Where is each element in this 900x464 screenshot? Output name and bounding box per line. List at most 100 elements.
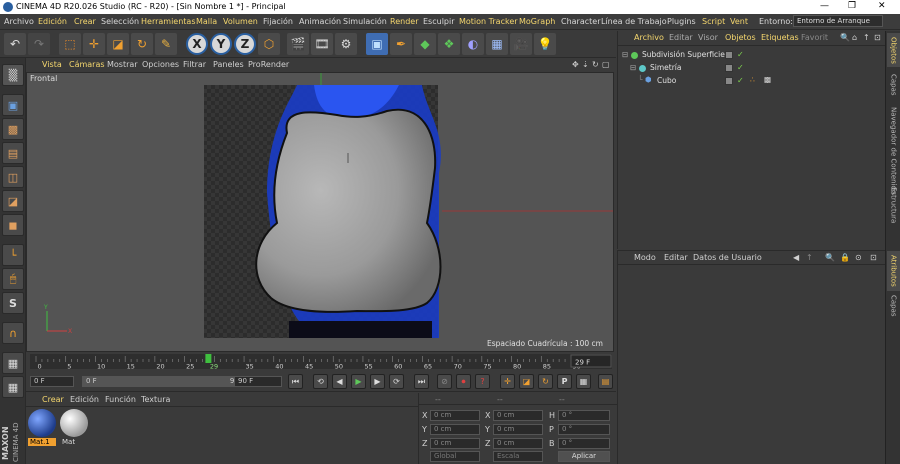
obj-menu-editar[interactable]: Editar (669, 33, 693, 42)
cube-icon[interactable]: ▣ (366, 33, 388, 55)
attr-new-view-icon[interactable]: ⊡ (870, 253, 877, 262)
array-icon[interactable]: ❖ (438, 33, 460, 55)
enabled-check-icon[interactable]: ✓ (737, 76, 744, 85)
record-motion-icon[interactable]: ⊘ (437, 374, 452, 389)
camera-icon[interactable]: 🎥 (510, 33, 532, 55)
tab-capas-2[interactable]: Capas (887, 293, 900, 319)
obj-menu-etiquetas[interactable]: Etiquetas (761, 33, 799, 42)
vp-menu-prorender[interactable]: ProRender (248, 60, 289, 69)
menu-fijacion[interactable]: Fijación (263, 17, 293, 26)
tab-atributos[interactable]: Atributos (887, 251, 900, 291)
minimize-button[interactable]: — (820, 1, 829, 11)
snap-icon[interactable]: S (2, 292, 24, 314)
object-row[interactable]: └ ⬢ Cubo ✓ ∴ ▩ (620, 75, 884, 87)
obj-menu-favoritos[interactable]: Favorit (801, 33, 828, 42)
next-key-icon[interactable]: ⟳ (389, 374, 404, 389)
menu-crear[interactable]: Crear (74, 17, 96, 26)
attr-back-icon[interactable]: ◀ (793, 253, 799, 262)
expand-icon[interactable]: ⊟ (622, 50, 628, 59)
obj-menu-archivo[interactable]: Archivo (634, 33, 664, 42)
render-settings-icon[interactable]: ⚙ (335, 33, 357, 55)
key-scale-icon[interactable]: ◪ (519, 374, 534, 389)
mat-menu-funcion[interactable]: Función (105, 395, 136, 404)
vp-layout-icon[interactable]: ▢ (602, 60, 610, 69)
key-rotation-icon[interactable]: ↻ (538, 374, 553, 389)
rot-b-field[interactable]: 0 ° (558, 438, 610, 449)
menu-script[interactable]: Script (702, 17, 725, 26)
visibility-dots[interactable] (725, 51, 733, 59)
material-item[interactable]: Mat (60, 409, 88, 447)
object-row[interactable]: ⊟ Subdivisión Superficie ✓ (620, 49, 884, 61)
attr-menu-editar[interactable]: Editar (664, 253, 688, 262)
y-axis-icon[interactable]: Y (210, 33, 232, 55)
texture-mode-icon[interactable]: ▩ (2, 118, 24, 140)
visibility-dots[interactable] (725, 77, 733, 85)
attr-lock-icon[interactable]: 🔒 (840, 253, 850, 262)
z-axis-icon[interactable]: Z (234, 33, 256, 55)
vp-menu-opciones[interactable]: Opciones (142, 60, 179, 69)
tab-estructura[interactable]: Estructura (887, 181, 900, 229)
menu-esculpir[interactable]: Esculpir (423, 17, 455, 26)
move-icon[interactable]: ✛ (83, 33, 105, 55)
subdivision-icon[interactable]: ◆ (414, 33, 436, 55)
timeline-window-icon[interactable]: ▤ (598, 374, 613, 389)
menu-archivo[interactable]: Archivo (4, 17, 34, 26)
key-pla-icon[interactable]: ▦ (576, 374, 591, 389)
menu-render[interactable]: Render (390, 17, 418, 26)
autokey-icon[interactable]: ? (475, 374, 490, 389)
attr-history-icon[interactable]: ⊙ (855, 253, 862, 262)
prev-key-icon[interactable]: ⟲ (313, 374, 328, 389)
pos-z-field[interactable]: 0 cm (430, 438, 480, 449)
environment-select[interactable]: Entorno de Arranque (793, 15, 883, 27)
x-axis-icon[interactable]: X (186, 33, 208, 55)
polygons-mode-icon[interactable]: ◼ (2, 214, 24, 236)
visibility-dots[interactable] (725, 64, 733, 72)
floor-icon[interactable]: ▦ (486, 33, 508, 55)
prev-frame-icon[interactable]: ◀ (332, 374, 347, 389)
menu-animacion[interactable]: Animación (299, 17, 341, 26)
obj-up-icon[interactable]: ↑ (863, 33, 870, 42)
rot-p-field[interactable]: 0 ° (558, 424, 610, 435)
menu-volumen[interactable]: Volumen (223, 17, 258, 26)
object-row[interactable]: ⊟ Simetría ✓ (620, 62, 884, 74)
end-frame-field[interactable]: 90 F (234, 376, 282, 387)
pen-icon[interactable]: ✒ (390, 33, 412, 55)
lock-workplane-icon[interactable]: ▦ (2, 352, 24, 374)
magnet-icon[interactable]: ∩ (2, 322, 24, 344)
workplane-mode-icon[interactable]: ▤ (2, 142, 24, 164)
menu-malla[interactable]: Malla (196, 17, 217, 26)
menu-linea-trabajo[interactable]: Línea de Trabajo (601, 17, 667, 26)
redo-icon[interactable]: ↷ (28, 33, 50, 55)
live-select-icon[interactable]: ⬚ (59, 33, 81, 55)
key-position-icon[interactable]: ✛ (500, 374, 515, 389)
start-frame-field[interactable]: 0 F (30, 376, 74, 387)
key-parameter-icon[interactable]: P (557, 374, 572, 389)
size-y-field[interactable]: 0 cm (493, 424, 543, 435)
menu-plugins[interactable]: Plugins (667, 17, 696, 26)
edges-mode-icon[interactable]: ◪ (2, 190, 24, 212)
go-end-icon[interactable]: ⏭ (414, 374, 429, 389)
light-icon[interactable]: 💡 (534, 33, 556, 55)
rot-h-field[interactable]: 0 ° (558, 410, 610, 421)
vp-menu-mostrar[interactable]: Mostrar (107, 60, 138, 69)
render-picture-viewer-icon[interactable]: 🎞 (311, 33, 333, 55)
tab-capas[interactable]: Capas (887, 71, 900, 99)
expand-icon[interactable]: ⊟ (630, 63, 636, 72)
size-z-field[interactable]: 0 cm (493, 438, 543, 449)
make-editable-icon[interactable]: ▒ (2, 64, 24, 86)
menu-mograph[interactable]: MoGraph (519, 17, 555, 26)
material-tag-icon[interactable]: ▩ (764, 75, 771, 84)
menu-edicion[interactable]: Edición (38, 17, 67, 26)
range-slider[interactable]: 0 F 90 F (82, 376, 250, 387)
record-keys-icon[interactable]: ⏺ (456, 374, 471, 389)
enabled-check-icon[interactable]: ✓ (737, 63, 744, 72)
phong-tag-icon[interactable]: ∴ (750, 75, 755, 84)
size-mode-select[interactable]: Escala (493, 451, 543, 462)
menu-motion-tracker[interactable]: Motion Tracker (459, 17, 518, 26)
menu-simulacion[interactable]: Simulación (343, 17, 387, 26)
material-item[interactable]: Mat.1 (28, 409, 56, 447)
tweak-mode-icon[interactable]: 🖱 (2, 268, 24, 290)
close-button[interactable]: ✕ (878, 1, 886, 11)
scale-icon[interactable]: ◪ (107, 33, 129, 55)
vp-menu-vista[interactable]: Vista (42, 60, 62, 69)
